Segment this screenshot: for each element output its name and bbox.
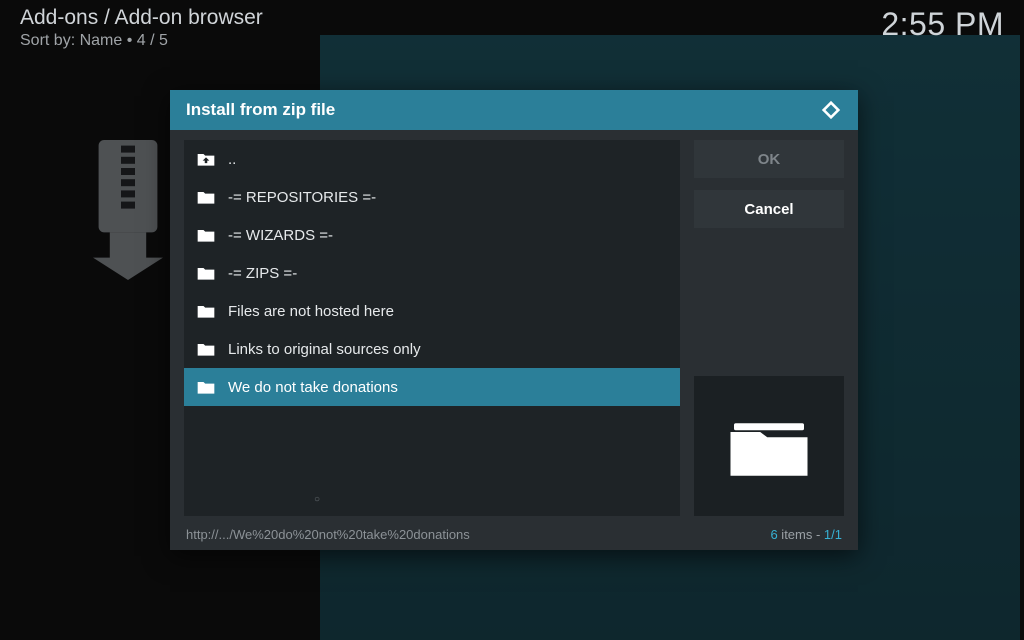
current-path: http://.../We%20do%20not%20take%20donati… (186, 527, 470, 542)
folder-icon (196, 264, 216, 282)
folder-preview-icon (724, 411, 814, 481)
list-item-label: -= WIZARDS =- (228, 227, 333, 244)
folder-icon (196, 226, 216, 244)
item-count: 6 items - 1/1 (770, 527, 842, 542)
list-item[interactable]: Links to original sources only (184, 330, 680, 368)
folder-icon (196, 378, 216, 396)
zip-download-icon (90, 140, 180, 280)
sort-prefix: Sort by: (20, 32, 80, 49)
list-item[interactable]: Files are not hosted here (184, 292, 680, 330)
list-item-label: We do not take donations (228, 379, 398, 396)
count-number: 6 (770, 527, 777, 542)
kodi-logo-icon (820, 99, 842, 121)
clock: 2:55 PM (881, 6, 1004, 43)
ok-button[interactable]: OK (694, 140, 844, 178)
list-item-label: .. (228, 151, 236, 168)
folder-icon (196, 188, 216, 206)
cancel-button[interactable]: Cancel (694, 190, 844, 228)
list-item[interactable]: We do not take donations (184, 368, 680, 406)
list-item-up[interactable]: .. (184, 140, 680, 178)
decorative-dot: ○ (314, 494, 318, 498)
page-indicator: 1/1 (824, 527, 842, 542)
file-list[interactable]: .. -= REPOSITORIES =- -= WIZARDS =- -= Z… (184, 140, 680, 516)
sort-line: Sort by: Name • 4 / 5 (20, 32, 263, 50)
install-zip-dialog: Install from zip file .. -= REPOSITORIES… (170, 90, 858, 550)
list-item[interactable]: -= REPOSITORIES =- (184, 178, 680, 216)
list-item[interactable]: -= ZIPS =- (184, 254, 680, 292)
sort-value: Name • 4 / 5 (80, 32, 168, 49)
folder-icon (196, 302, 216, 320)
dialog-footer: http://.../We%20do%20not%20take%20donati… (170, 522, 858, 550)
list-empty-area: ○ (184, 406, 680, 516)
dialog-sidebar: OK Cancel (694, 140, 844, 516)
list-item-label: -= ZIPS =- (228, 265, 297, 282)
list-item-label: -= REPOSITORIES =- (228, 189, 376, 206)
folder-up-icon (196, 150, 216, 168)
folder-icon (196, 340, 216, 358)
dialog-body: .. -= REPOSITORIES =- -= WIZARDS =- -= Z… (170, 130, 858, 522)
preview-pane (694, 376, 844, 516)
count-label: items - (778, 527, 824, 542)
breadcrumb: Add-ons / Add-on browser (20, 6, 263, 30)
list-item-label: Files are not hosted here (228, 303, 394, 320)
dialog-header: Install from zip file (170, 90, 858, 130)
top-bar: Add-ons / Add-on browser Sort by: Name •… (20, 6, 1004, 50)
list-item[interactable]: -= WIZARDS =- (184, 216, 680, 254)
dialog-title: Install from zip file (186, 100, 335, 120)
list-item-label: Links to original sources only (228, 341, 421, 358)
